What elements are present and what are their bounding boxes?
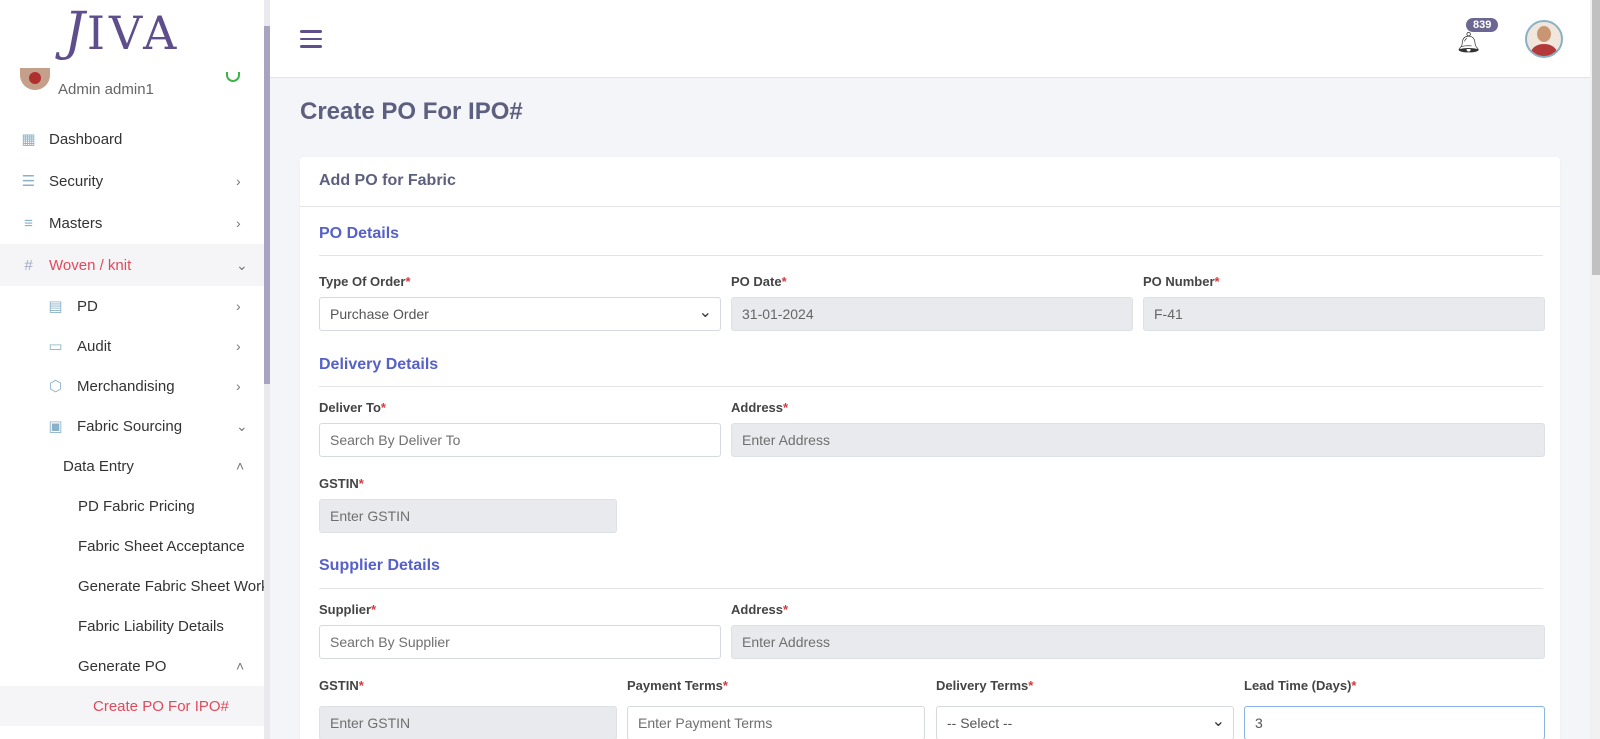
po-date-field[interactable]: 31-01-2024 <box>731 297 1133 331</box>
sidebar-item-fabric-sourcing[interactable]: ▣ Fabric Sourcing ⌄ <box>0 406 264 446</box>
type-of-order-select[interactable]: Purchase Order <box>319 297 721 331</box>
sidebar-item-label: Merchandising <box>77 377 175 395</box>
supplier-address-label: Address* <box>731 602 789 617</box>
jiva-logo[interactable]: JIVA <box>64 2 180 62</box>
merchandising-icon: ⬡ <box>48 377 63 395</box>
section-delivery-details: Delivery Details <box>319 356 439 373</box>
chevron-up-icon: ˄ <box>236 658 245 674</box>
notification-badge: 839 <box>1466 18 1499 32</box>
avatar <box>20 68 50 90</box>
sidebar-item-label: Audit <box>77 337 112 355</box>
chevron-right-icon: › <box>236 215 241 231</box>
notification-bell-icon[interactable]: 🔔︎ <box>1456 30 1481 55</box>
sidebar-item-label: Generate Fabric Sheet Working <box>78 577 264 595</box>
logo-j: J <box>64 2 87 62</box>
masters-icon: ≡ <box>24 214 33 232</box>
section-divider <box>319 386 1543 387</box>
deliver-to-label: Deliver To* <box>319 400 386 415</box>
user-profile: Admin admin1 <box>20 68 250 98</box>
chevron-up-icon: ˄ <box>236 458 245 474</box>
supplier-input[interactable]: Search By Supplier <box>319 625 721 659</box>
delivery-terms-select[interactable]: -- Select -- <box>936 706 1234 739</box>
section-supplier-details: Supplier Details <box>319 557 440 574</box>
menu-toggle-icon[interactable] <box>300 30 322 48</box>
sidebar-item-fabric-liability-details[interactable]: Fabric Liability Details <box>0 606 264 646</box>
sidebar-item-merchandising[interactable]: ⬡ Merchandising › <box>0 366 264 406</box>
chevron-right-icon: › <box>236 378 241 394</box>
deliver-to-input[interactable]: Search By Deliver To <box>319 423 721 457</box>
sidebar-item-data-entry[interactable]: Data Entry ˄ <box>0 446 264 486</box>
sidebar-item-masters[interactable]: ≡ Masters › <box>0 202 264 244</box>
po-form-card: Add PO for Fabric PO Details Type Of Ord… <box>300 157 1560 739</box>
sidebar-item-label: Generate PO <box>78 657 167 675</box>
sidebar-item-label: Fabric Liability Details <box>78 617 224 635</box>
user-name: Admin admin1 <box>58 81 154 98</box>
table-icon: ▤ <box>48 297 63 315</box>
sidebar-item-label: Fabric Sourcing <box>77 417 183 435</box>
po-number-field[interactable]: F-41 <box>1143 297 1545 331</box>
section-divider <box>319 255 1543 256</box>
sidebar-scroll-thumb[interactable] <box>264 26 270 384</box>
page-scroll-thumb[interactable] <box>1592 0 1600 275</box>
sidebar-item-label: Security <box>49 172 104 190</box>
delivery-gstin-label: GSTIN* <box>319 476 364 491</box>
supplier-label: Supplier* <box>319 602 377 617</box>
delivery-address-input[interactable]: Enter Address <box>731 423 1545 457</box>
payment-terms-label: Payment Terms* <box>627 678 728 693</box>
sidebar-item-generate-fabric-sheet-working[interactable]: Generate Fabric Sheet Working <box>0 566 264 606</box>
sidebar-item-security[interactable]: ☰ Security › <box>0 160 264 202</box>
sidebar-item-fabric-sheet-acceptance[interactable]: Fabric Sheet Acceptance <box>0 526 264 566</box>
supplier-gstin-label: GSTIN* <box>319 678 364 693</box>
chevron-down-icon: ⌄ <box>236 417 248 434</box>
grid-icon: # <box>24 256 33 274</box>
payment-terms-input[interactable]: Enter Payment Terms <box>627 706 925 739</box>
sidebar-nav: ▦ Dashboard ☰ Security › ≡ Masters › # W… <box>0 118 264 726</box>
lead-time-input[interactable]: 3 <box>1244 706 1545 739</box>
sidebar-item-label: Fabric Sheet Acceptance <box>78 537 245 555</box>
delivery-terms-label: Delivery Terms* <box>936 678 1034 693</box>
sidebar-item-dashboard[interactable]: ▦ Dashboard <box>0 118 264 160</box>
po-number-label: PO Number* <box>1143 274 1220 289</box>
card-title: Add PO for Fabric <box>319 172 456 189</box>
chevron-right-icon: › <box>236 338 241 354</box>
online-status-icon <box>226 72 240 82</box>
sliders-icon: ☰ <box>21 172 36 190</box>
page-title: Create PO For IPO# <box>300 98 523 125</box>
top-header: 🔔︎ 839 <box>270 0 1600 78</box>
sidebar-item-label: Woven / knit <box>49 256 132 274</box>
sidebar-item-label: Data Entry <box>63 457 134 475</box>
sidebar-item-label: PD <box>77 297 98 315</box>
delivery-gstin-input[interactable]: Enter GSTIN <box>319 499 617 533</box>
delivery-address-label: Address* <box>731 400 789 415</box>
sidebar-item-label: PD Fabric Pricing <box>78 497 195 515</box>
chevron-down-icon: ⌄ <box>236 256 248 273</box>
lead-time-label: Lead Time (Days)* <box>1244 678 1357 693</box>
sidebar-item-label: Dashboard <box>49 130 123 148</box>
logo-text: IVA <box>86 6 181 60</box>
section-divider <box>319 588 1543 589</box>
chevron-right-icon: › <box>236 173 241 189</box>
type-of-order-label: Type Of Order* <box>319 274 411 289</box>
supplier-gstin-input[interactable]: Enter GSTIN <box>319 706 617 739</box>
sidebar-item-label: Create PO For IPO# <box>93 697 229 715</box>
page-scrollbar[interactable] <box>1590 0 1600 739</box>
supplier-address-input[interactable]: Enter Address <box>731 625 1545 659</box>
section-po-details: PO Details <box>319 225 400 242</box>
sidebar: JIVA Admin admin1 ▦ Dashboard ☰ Security… <box>0 0 264 739</box>
dashboard-icon: ▦ <box>21 130 36 148</box>
card-divider <box>300 206 1560 207</box>
sidebar-item-audit[interactable]: ▭ Audit › <box>0 326 264 366</box>
po-date-label: PO Date* <box>731 274 787 289</box>
sidebar-item-create-po[interactable]: Create PO For IPO# <box>0 686 264 726</box>
chevron-right-icon: › <box>236 298 241 314</box>
sidebar-scrollbar[interactable] <box>264 0 270 739</box>
audit-icon: ▭ <box>48 337 63 355</box>
user-avatar[interactable] <box>1525 20 1563 58</box>
sidebar-item-generate-po[interactable]: Generate PO ˄ <box>0 646 264 686</box>
fabric-sourcing-icon: ▣ <box>48 417 63 435</box>
sidebar-item-pd[interactable]: ▤ PD › <box>0 286 264 326</box>
sidebar-item-woven-knit[interactable]: # Woven / knit ⌄ <box>0 244 264 286</box>
sidebar-item-label: Masters <box>49 214 103 232</box>
sidebar-item-pd-fabric-pricing[interactable]: PD Fabric Pricing <box>0 486 264 526</box>
